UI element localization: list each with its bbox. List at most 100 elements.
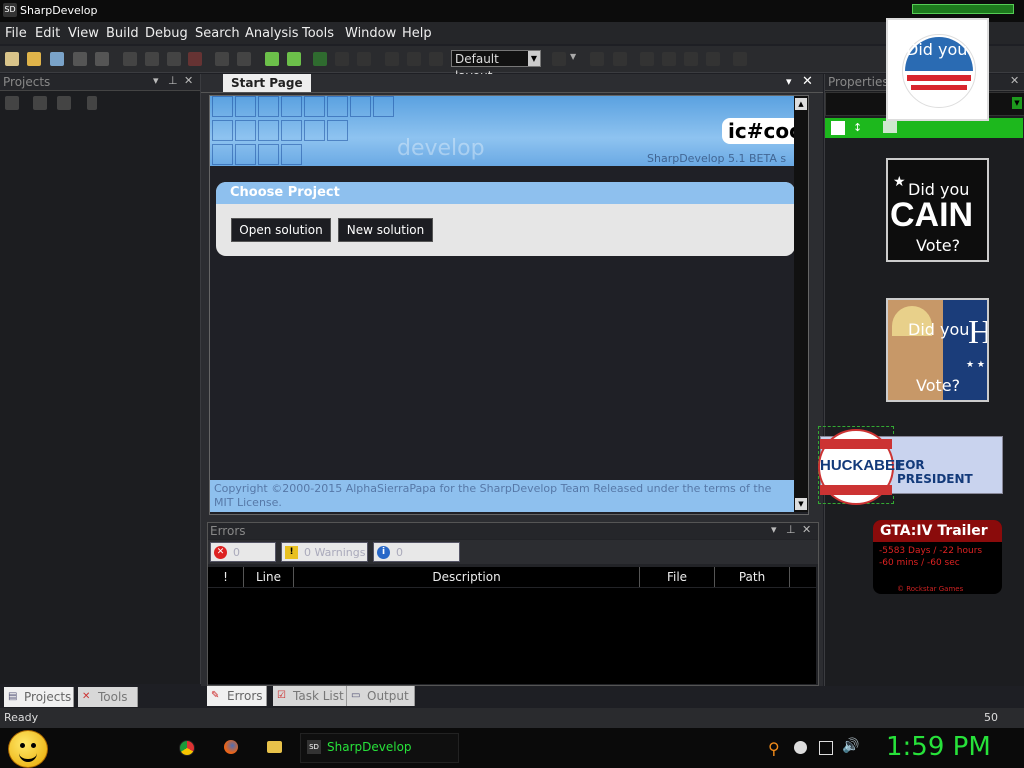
menu-tools[interactable]: Tools [302, 26, 334, 41]
close-icon[interactable]: ✕ [802, 523, 811, 536]
pin-icon[interactable]: ⊥ [168, 74, 178, 87]
sharpdevelop-icon: SD [307, 740, 321, 754]
build-icon[interactable] [265, 52, 279, 66]
warnings-filter-button[interactable]: ! 0 Warnings [281, 542, 368, 562]
clock[interactable]: 1:59 PM [886, 732, 991, 762]
menu-search[interactable]: Search [195, 26, 240, 41]
column-description[interactable]: Description [294, 567, 640, 587]
menu-analysis[interactable]: Analysis [245, 26, 299, 41]
firefox-icon[interactable] [224, 740, 238, 754]
huckabee-gadget[interactable]: HUCKABEE FOR PRESIDENT [818, 429, 1003, 505]
bookmark-icon[interactable] [613, 52, 627, 66]
cut-icon[interactable] [123, 52, 137, 66]
choose-project-title: Choose Project [216, 182, 795, 204]
dropdown-icon[interactable]: ▾ [786, 75, 792, 88]
save-all-icon[interactable] [95, 52, 109, 66]
delete-icon[interactable] [188, 52, 202, 66]
pin-icon[interactable]: ⊥ [786, 523, 796, 536]
step-over-icon[interactable] [385, 52, 399, 66]
stop-icon[interactable] [357, 52, 371, 66]
collapse-icon[interactable] [87, 96, 97, 110]
copy-icon[interactable] [145, 52, 159, 66]
navigate-forward-icon[interactable] [590, 52, 604, 66]
new-solution-button[interactable]: New solution [338, 218, 433, 242]
undo-icon[interactable] [215, 52, 229, 66]
scroll-up-icon[interactable]: ▲ [795, 98, 807, 110]
uncomment-icon[interactable] [662, 52, 676, 66]
mccain-gadget[interactable]: ★ Did you CAIN Vote? [886, 158, 989, 262]
scroll-down-icon[interactable]: ▼ [795, 498, 807, 510]
add-item-icon[interactable] [33, 96, 47, 110]
property-pages-icon[interactable] [883, 121, 897, 133]
errors-filter-button[interactable]: ✕ 0 Errors [210, 542, 276, 579]
open-solution-button[interactable]: Open solution [231, 218, 331, 242]
tab-errors[interactable]: ✎ Errors [207, 686, 267, 706]
status-circle-icon[interactable] [794, 741, 807, 754]
search-icon[interactable]: ⚲ [768, 739, 780, 758]
properties-panel-title: Properties [828, 75, 889, 89]
comment-icon[interactable] [640, 52, 654, 66]
dropdown-icon[interactable]: ▾ [771, 523, 777, 536]
tab-errors-label: Errors [227, 689, 263, 703]
menu-file[interactable]: File [5, 26, 27, 41]
dropdown-icon[interactable]: ▾ [153, 74, 159, 87]
chevron-down-icon[interactable]: ▼ [570, 52, 584, 66]
menu-view[interactable]: View [68, 26, 99, 41]
sort-alphabetical-icon[interactable]: ↕ [853, 121, 867, 135]
column-file[interactable]: File [640, 567, 715, 587]
layout-select[interactable]: Default layout ▼ [451, 50, 541, 83]
column-path[interactable]: Path [715, 567, 790, 587]
errors-table-body [208, 588, 816, 684]
tab-tools[interactable]: ✕ Tools [78, 687, 138, 707]
start-smiley-icon[interactable] [8, 730, 48, 768]
project-properties-icon[interactable] [5, 96, 19, 110]
error-filter-bar: ✕ 0 Errors ! 0 Warnings i 0 Messages [208, 540, 818, 579]
close-icon[interactable]: ✕ [184, 74, 193, 87]
start-page: develop ic#coc SharpDevelop 5.1 BETA s C… [209, 95, 809, 515]
tab-projects[interactable]: ▤ Projects [4, 687, 74, 707]
menu-window[interactable]: Window [345, 26, 396, 41]
indent-icon[interactable] [684, 52, 698, 66]
find-icon[interactable] [733, 52, 747, 66]
tab-start-page[interactable]: Start Page [223, 74, 311, 92]
title-bar: SD SharpDevelop [0, 0, 1024, 22]
step-out-icon[interactable] [429, 52, 443, 66]
navigate-back-icon[interactable] [552, 52, 566, 66]
new-file-icon[interactable] [5, 52, 19, 66]
column-flag[interactable]: ! [208, 567, 244, 587]
step-into-icon[interactable] [407, 52, 421, 66]
run-without-debug-icon[interactable] [335, 52, 349, 66]
menu-build[interactable]: Build [106, 26, 139, 41]
obama-gadget[interactable]: Did you [886, 18, 989, 121]
chrome-icon[interactable] [179, 740, 195, 756]
run-icon[interactable] [313, 52, 327, 66]
categorized-icon[interactable] [831, 121, 845, 135]
tab-task-list[interactable]: ☑ Task List [273, 686, 347, 706]
save-icon[interactable] [73, 52, 87, 66]
tab-tools-label: Tools [98, 690, 128, 704]
outdent-icon[interactable] [706, 52, 720, 66]
volume-icon[interactable]: 🔊 [842, 738, 859, 754]
menu-edit[interactable]: Edit [35, 26, 60, 41]
menu-debug[interactable]: Debug [145, 26, 188, 41]
column-line[interactable]: Line [244, 567, 294, 587]
folder-icon[interactable] [267, 741, 282, 753]
tab-output[interactable]: ▭ Output [347, 686, 415, 706]
start-page-scrollbar[interactable]: ▲ ▼ [794, 96, 808, 512]
close-icon[interactable]: ✕ [1010, 74, 1019, 87]
menu-help[interactable]: Help [402, 26, 432, 41]
messages-filter-button[interactable]: i 0 Messages [373, 542, 460, 579]
close-icon[interactable]: ✕ [802, 74, 813, 89]
open-icon[interactable] [27, 52, 41, 66]
paste-icon[interactable] [167, 52, 181, 66]
gta-countdown-gadget[interactable]: GTA:IV Trailer -5583 Days / -22 hours -6… [873, 520, 1002, 594]
hillary-gadget[interactable]: Did you H Vote? ★ ★ [886, 298, 989, 402]
network-icon[interactable] [819, 741, 833, 755]
open-project-icon[interactable] [50, 52, 64, 66]
rebuild-icon[interactable] [287, 52, 301, 66]
redo-icon[interactable] [237, 52, 251, 66]
refresh-icon[interactable] [57, 96, 71, 110]
taskbar-sharpdevelop[interactable]: SD SharpDevelop [300, 733, 459, 763]
obama-gadget-text: Did you [906, 40, 968, 59]
output-icon: ▭ [351, 690, 361, 701]
